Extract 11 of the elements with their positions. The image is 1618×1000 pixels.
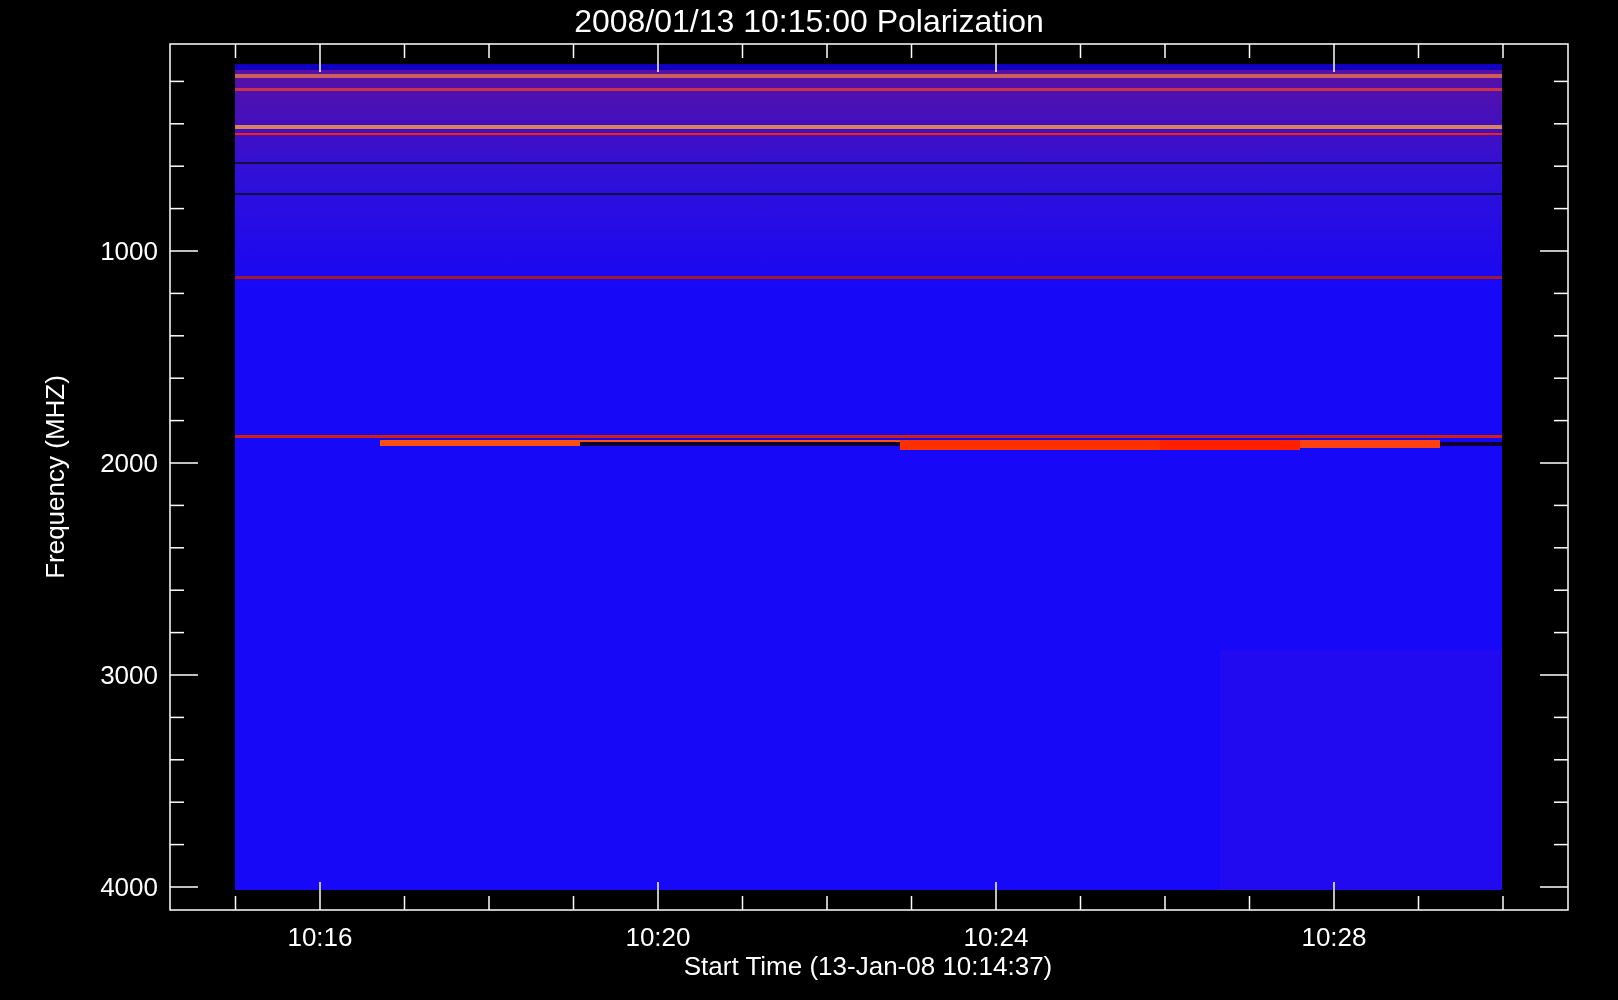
x-tick-label: 10:24 — [963, 922, 1029, 952]
x-axis-label: Start Time (13-Jan-08 10:14:37) — [683, 951, 1053, 981]
y-tick-label: 2000 — [100, 448, 158, 478]
chart-title: 2008/01/13 10:15:00 Polarization — [574, 3, 1044, 39]
x-tick-label: 10:20 — [625, 922, 691, 952]
x-tick-label: 10:16 — [287, 922, 353, 952]
y-tick-label: 4000 — [100, 872, 158, 902]
y-tick-label: 1000 — [100, 236, 158, 266]
y-tick-label: 3000 — [100, 660, 158, 690]
x-tick-label: 10:28 — [1301, 922, 1367, 952]
y-axis-label: Frequency (MHZ) — [40, 375, 70, 579]
